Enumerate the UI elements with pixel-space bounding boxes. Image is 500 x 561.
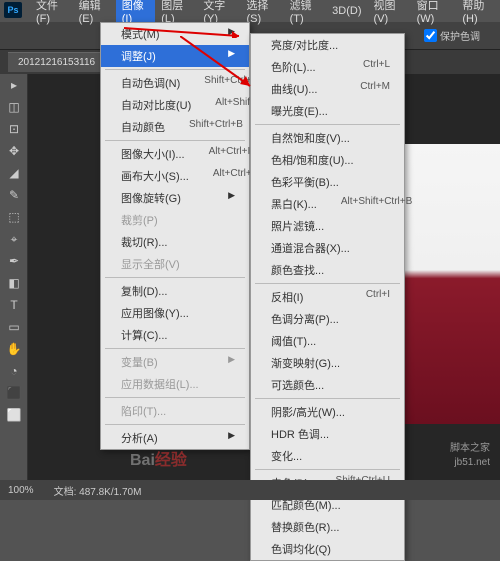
menu-item[interactable]: 照片滤镜... xyxy=(251,215,404,237)
menu-item[interactable]: 画布大小(S)...Alt+Ctrl+C xyxy=(101,165,249,187)
menu-help[interactable]: 帮助(H) xyxy=(456,0,500,28)
menu-item[interactable]: 反相(I)Ctrl+I xyxy=(251,286,404,308)
stamp-tool[interactable]: ✒ xyxy=(2,251,26,271)
heal-tool[interactable]: ⬚ xyxy=(2,207,26,227)
menu-item: 显示全部(V) xyxy=(101,253,249,275)
crop-tool[interactable]: ◢ xyxy=(2,163,26,183)
menu-item: 裁剪(P) xyxy=(101,209,249,231)
site-watermark: 脚本之家 jb51.net xyxy=(450,442,490,470)
menu-item[interactable]: 色调均化(Q) xyxy=(251,538,404,560)
menu-3d[interactable]: 3D(D) xyxy=(326,2,367,20)
doc-size: 文档: 487.8K/1.70M xyxy=(54,483,142,498)
menu-item[interactable]: 色彩平衡(B)... xyxy=(251,171,404,193)
app-logo: Ps xyxy=(4,2,22,18)
protect-tone-input[interactable] xyxy=(424,29,437,42)
watermark-url: jb51.net xyxy=(450,456,490,470)
menu-item[interactable]: 裁切(R)... xyxy=(101,231,249,253)
tools-panel: ▸ ◫ ⊡ ✥ ◢ ✎ ⬚ ⌖ ✒ ◧ T ▭ ✋ ◔ ⬛ ⬜ xyxy=(0,74,28,480)
menu-item[interactable]: HDR 色调... xyxy=(251,423,404,445)
menu-item: 陷印(T)... xyxy=(101,400,249,422)
fg-color[interactable]: ⬛ xyxy=(2,383,26,403)
menu-item[interactable]: 亮度/对比度... xyxy=(251,34,404,56)
shape-tool[interactable]: ▭ xyxy=(2,317,26,337)
menu-item[interactable]: 自然饱和度(V)... xyxy=(251,127,404,149)
marquee-tool[interactable]: ◫ xyxy=(2,97,26,117)
menu-item[interactable]: 图像旋转(G)▶ xyxy=(101,187,249,209)
menu-item[interactable]: 计算(C)... xyxy=(101,324,249,346)
move-tool[interactable]: ▸ xyxy=(2,75,26,95)
menu-item[interactable]: 色调分离(P)... xyxy=(251,308,404,330)
menu-item[interactable]: 曝光度(E)... xyxy=(251,100,404,122)
protect-tone-label: 保护色调 xyxy=(440,28,480,43)
menu-item[interactable]: 复制(D)... xyxy=(101,280,249,302)
menu-item[interactable]: 渐变映射(G)... xyxy=(251,352,404,374)
lasso-tool[interactable]: ⊡ xyxy=(2,119,26,139)
wand-tool[interactable]: ✥ xyxy=(2,141,26,161)
menu-item[interactable]: 通道混合器(X)... xyxy=(251,237,404,259)
type-tool[interactable]: T xyxy=(2,295,26,315)
bg-color[interactable]: ⬜ xyxy=(2,405,26,425)
menu-item[interactable]: 应用图像(Y)... xyxy=(101,302,249,324)
menu-item[interactable]: 黑白(K)...Alt+Shift+Ctrl+B xyxy=(251,193,404,215)
menu-item[interactable]: 自动颜色Shift+Ctrl+B xyxy=(101,116,249,138)
eyedropper-tool[interactable]: ✎ xyxy=(2,185,26,205)
menu-item[interactable]: 可选颜色... xyxy=(251,374,404,396)
menu-item[interactable]: 图像大小(I)...Alt+Ctrl+I xyxy=(101,143,249,165)
brush-tool[interactable]: ⌖ xyxy=(2,229,26,249)
history-tool[interactable]: ◧ xyxy=(2,273,26,293)
menu-item[interactable]: 模式(M)▶ xyxy=(101,23,249,45)
menu-item[interactable]: 调整(J)▶ xyxy=(101,45,249,67)
menu-item[interactable]: 阴影/高光(W)... xyxy=(251,401,404,423)
menu-item[interactable]: 自动对比度(U)Alt+Shift+Ctrl+L xyxy=(101,94,249,116)
baidu-watermark-suffix: 经验 xyxy=(155,452,187,469)
photo-content xyxy=(405,144,500,424)
menu-item: 变量(B)▶ xyxy=(101,351,249,373)
menu-item[interactable]: 曲线(U)...Ctrl+M xyxy=(251,78,404,100)
watermark-site: 脚本之家 xyxy=(450,442,490,456)
menu-item[interactable]: 变化... xyxy=(251,445,404,467)
status-bar: 100% 文档: 487.8K/1.70M xyxy=(0,480,500,500)
menu-item: 应用数据组(L)... xyxy=(101,373,249,395)
menu-item[interactable]: 颜色查找... xyxy=(251,259,404,281)
zoom-level[interactable]: 100% xyxy=(8,485,34,496)
menu-window[interactable]: 窗口(W) xyxy=(411,0,457,28)
menu-file[interactable]: 文件(F) xyxy=(30,0,73,28)
menu-item[interactable]: 色相/饱和度(U)... xyxy=(251,149,404,171)
menu-item[interactable]: 自动色调(N)Shift+Ctrl+L xyxy=(101,72,249,94)
document-tab[interactable]: 20121216153116 xyxy=(8,52,105,72)
menu-item[interactable]: 阈值(T)... xyxy=(251,330,404,352)
menu-view[interactable]: 视图(V) xyxy=(368,0,411,28)
zoom-tool[interactable]: ◔ xyxy=(2,361,26,381)
baidu-watermark: Bai经验 xyxy=(130,446,187,470)
menubar: 文件(F) 编辑(E) 图像(I) 图层(L) 文字(Y) 选择(S) 滤镜(T… xyxy=(0,0,500,22)
menu-filter[interactable]: 滤镜(T) xyxy=(284,0,327,28)
image-menu-dropdown: 模式(M)▶调整(J)▶ 自动色调(N)Shift+Ctrl+L自动对比度(U)A… xyxy=(100,22,250,450)
protect-tone-checkbox[interactable]: 保护色调 xyxy=(424,28,480,43)
menu-item[interactable]: 替换颜色(R)... xyxy=(251,516,404,538)
hand-tool[interactable]: ✋ xyxy=(2,339,26,359)
menu-item[interactable]: 色阶(L)...Ctrl+L xyxy=(251,56,404,78)
